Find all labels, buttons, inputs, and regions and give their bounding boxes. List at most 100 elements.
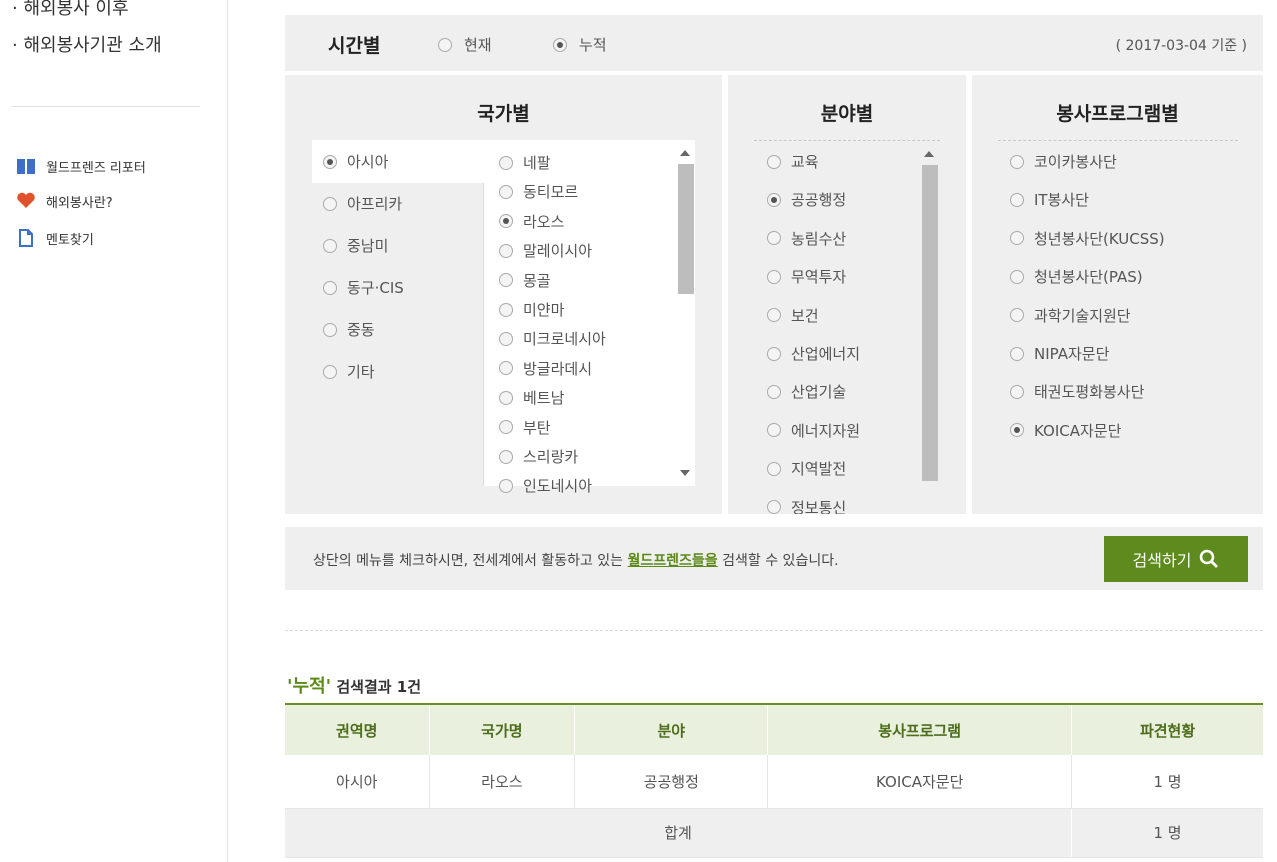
field-option[interactable]: 공공행정 (767, 189, 846, 210)
country-option[interactable]: 네팔 (499, 152, 551, 173)
region-option-label: 아프리카 (347, 195, 403, 213)
program-option[interactable]: 청년봉사단(PAS) (1010, 266, 1143, 287)
program-option[interactable]: 청년봉사단(KUCSS) (1010, 228, 1165, 249)
region-option[interactable]: 아프리카 (323, 193, 402, 214)
radio-button[interactable] (767, 308, 781, 323)
region-option[interactable]: 중남미 (323, 235, 388, 256)
region-option[interactable]: 아시아 (323, 151, 388, 172)
radio-button[interactable] (499, 273, 513, 288)
radio-button[interactable] (767, 423, 781, 438)
time-option-cumulative[interactable]: 누적 (553, 34, 607, 55)
radio-button[interactable] (499, 478, 513, 493)
scroll-thumb[interactable] (922, 165, 938, 481)
radio-button[interactable] (767, 231, 781, 246)
program-option[interactable]: 과학기술지원단 (1010, 305, 1131, 326)
sidebar-link-agency-intro[interactable]: · 해외봉사기관 소개 (12, 31, 162, 57)
scroll-down-arrow[interactable] (680, 470, 690, 476)
country-scrollbar[interactable] (676, 140, 694, 486)
program-option[interactable]: KOICA자문단 (1010, 420, 1121, 441)
field-option[interactable]: 무역투자 (767, 266, 846, 287)
field-option[interactable]: 산업에너지 (767, 343, 860, 364)
scroll-up-arrow[interactable] (924, 151, 934, 157)
radio-button[interactable] (499, 331, 513, 346)
program-option[interactable]: NIPA자문단 (1010, 343, 1109, 364)
radio-button[interactable] (499, 243, 513, 258)
field-scrollbar[interactable] (920, 147, 938, 487)
radio-button[interactable] (323, 364, 337, 379)
radio-button[interactable] (1010, 346, 1024, 361)
radio-button[interactable] (323, 280, 337, 295)
quick-link-mentor[interactable]: 멘토찾기 (16, 228, 94, 248)
radio-button[interactable] (1010, 192, 1024, 207)
radio-button[interactable] (1010, 231, 1024, 246)
program-option[interactable]: 코이카봉사단 (1010, 151, 1117, 172)
radio-button[interactable] (499, 449, 513, 464)
field-option[interactable]: 산업기술 (767, 381, 846, 402)
country-option[interactable]: 부탄 (499, 417, 551, 438)
radio-button[interactable] (499, 361, 513, 376)
radio-button[interactable] (1010, 423, 1024, 438)
quick-link-reporter[interactable]: 월드프렌즈 리포터 (16, 156, 146, 176)
radio-button[interactable] (323, 196, 337, 211)
radio-button[interactable] (499, 214, 513, 229)
field-option[interactable]: 보건 (767, 305, 819, 326)
panel-title: 국가별 (477, 103, 530, 125)
country-option[interactable]: 스리랑카 (499, 446, 578, 467)
time-option-current[interactable]: 현재 (438, 34, 492, 55)
radio-button[interactable] (499, 420, 513, 435)
quick-link-about[interactable]: 해외봉사란? (16, 191, 113, 211)
radio-button[interactable] (499, 390, 513, 405)
program-option[interactable]: IT봉사단 (1010, 189, 1089, 210)
country-option-label: 미얀마 (523, 301, 565, 319)
field-option[interactable]: 에너지자원 (767, 420, 860, 441)
scroll-up-arrow[interactable] (680, 150, 690, 156)
radio-button[interactable] (767, 384, 781, 399)
radio-button[interactable] (553, 37, 567, 52)
country-option-label: 스리랑카 (523, 448, 579, 466)
radio-button[interactable] (499, 184, 513, 199)
country-option[interactable]: 말레이시아 (499, 240, 592, 261)
radio-button[interactable] (767, 192, 781, 207)
radio-button[interactable] (323, 238, 337, 253)
country-option[interactable]: 방글라데시 (499, 358, 592, 379)
radio-button[interactable] (323, 322, 337, 337)
radio-button[interactable] (767, 500, 781, 514)
radio-button[interactable] (323, 154, 337, 169)
radio-button[interactable] (767, 461, 781, 476)
country-option[interactable]: 미얀마 (499, 299, 564, 320)
hint-text: 검색할 수 있습니다. (717, 553, 839, 569)
radio-button[interactable] (767, 154, 781, 169)
region-option-label: 아시아 (347, 153, 389, 171)
region-option[interactable]: 동구·CIS (323, 277, 404, 298)
country-option[interactable]: 베트남 (499, 387, 564, 408)
world-friends-link[interactable]: 월드프렌즈들을 (628, 553, 718, 569)
search-button[interactable]: 검색하기 (1104, 536, 1248, 582)
region-option[interactable]: 중동 (323, 319, 375, 340)
program-option[interactable]: 태권도평화봉사단 (1010, 381, 1144, 402)
radio-button[interactable] (1010, 384, 1024, 399)
field-option[interactable]: 정보통신 (767, 497, 846, 514)
radio-button[interactable] (1010, 308, 1024, 323)
country-option[interactable]: 라오스 (499, 211, 564, 232)
country-option-label: 라오스 (523, 212, 565, 231)
scroll-thumb[interactable] (678, 164, 694, 294)
sidebar-link-after-volunteering[interactable]: · 해외봉사 이후 (12, 0, 129, 20)
country-option[interactable]: 몽골 (499, 270, 551, 291)
field-option[interactable]: 농림수산 (767, 228, 846, 249)
radio-button[interactable] (499, 155, 513, 170)
radio-button[interactable] (438, 37, 452, 52)
field-option[interactable]: 지역발전 (767, 458, 846, 479)
radio-button[interactable] (767, 346, 781, 361)
program-option-label: NIPA자문단 (1034, 345, 1110, 363)
radio-button[interactable] (1010, 269, 1024, 284)
country-option[interactable]: 미크로네시아 (499, 328, 606, 349)
field-option[interactable]: 교육 (767, 151, 819, 172)
country-option[interactable]: 동티모르 (499, 181, 578, 202)
country-option[interactable]: 인도네시아 (499, 475, 592, 496)
region-option[interactable]: 기타 (323, 361, 375, 382)
radio-button[interactable] (499, 302, 513, 317)
radio-button[interactable] (767, 269, 781, 284)
radio-button[interactable] (1010, 154, 1024, 169)
document-icon (19, 229, 33, 247)
cell-field: 공공행정 (574, 755, 769, 809)
